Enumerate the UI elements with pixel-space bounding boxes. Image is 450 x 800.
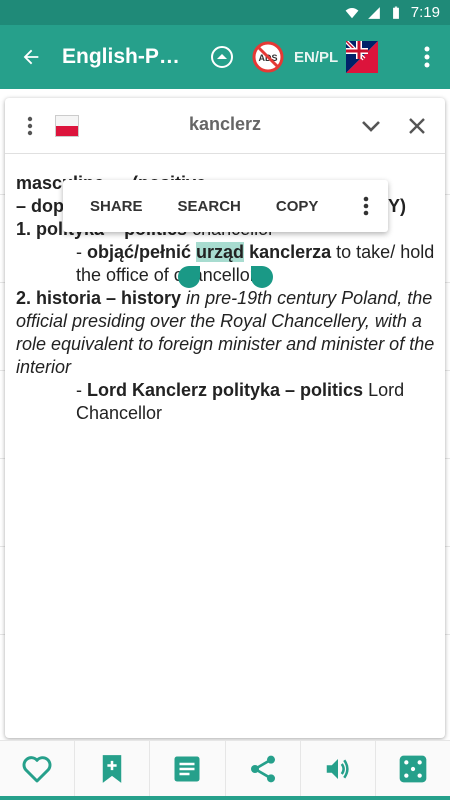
- search-action[interactable]: SEARCH: [164, 180, 262, 232]
- cell-signal-icon: [367, 6, 380, 19]
- dice-icon: [399, 755, 427, 782]
- no-ads-icon: ADS: [252, 41, 284, 73]
- close-icon: [409, 118, 425, 134]
- language-pair-label[interactable]: EN/PL: [294, 49, 338, 66]
- polish-flag-icon: [55, 114, 79, 137]
- note-icon: [174, 756, 200, 781]
- copy-action[interactable]: COPY: [262, 180, 340, 232]
- entry-menu-button[interactable]: [5, 98, 55, 154]
- bottom-action-bar: [0, 740, 450, 796]
- example-1: - objąć/pełnić urząd kanclerza to take/ …: [16, 241, 436, 287]
- toolbar-more-button[interactable]: [344, 180, 388, 232]
- app-title: English-P…: [62, 45, 180, 68]
- example-polish: Lord Kanclerz polityka – politics: [87, 380, 364, 400]
- scroll-up-button[interactable]: [204, 25, 240, 89]
- random-word-button[interactable]: [376, 741, 450, 796]
- app-bar: English-P… ADS EN/PL: [0, 25, 450, 89]
- bottom-accent-bar: [0, 796, 450, 800]
- speaker-icon: [326, 758, 349, 779]
- note-button[interactable]: [150, 741, 226, 796]
- status-time: 7:19: [410, 4, 440, 21]
- favorite-button[interactable]: [0, 741, 76, 796]
- status-bar: 7:19: [0, 0, 450, 25]
- wifi-icon: [345, 7, 359, 18]
- circle-arrow-up-icon: [211, 46, 233, 68]
- heart-icon: [22, 755, 52, 782]
- sense-number: 1.: [16, 219, 32, 239]
- grammar-info-cont: – dop: [16, 196, 64, 216]
- selected-text[interactable]: urząd: [196, 242, 245, 262]
- example-polish: objąć/pełnić: [87, 242, 192, 262]
- bookmark-button[interactable]: [75, 741, 151, 796]
- sense-2: 2. historia – history in pre-19th centur…: [16, 287, 436, 379]
- remove-ads-button[interactable]: ADS: [250, 25, 286, 89]
- more-vert-icon: [363, 196, 369, 216]
- text-selection-toolbar: SHARE SEARCH COPY: [63, 180, 388, 232]
- selection-handle-end[interactable]: [251, 266, 273, 288]
- collapse-button[interactable]: [357, 112, 385, 140]
- example-2: - Lord Kanclerz polityka – politics Lord…: [16, 379, 436, 425]
- back-button[interactable]: [0, 25, 62, 89]
- share-action[interactable]: SHARE: [63, 180, 164, 232]
- sense-domain: historia – history: [36, 288, 182, 308]
- more-vert-icon: [424, 46, 430, 68]
- close-button[interactable]: [403, 112, 431, 140]
- sense-number: 2.: [16, 288, 32, 308]
- pronounce-button[interactable]: [301, 741, 376, 796]
- battery-icon: [392, 6, 399, 19]
- more-vert-icon: [27, 116, 33, 135]
- entry-card-header: kanclerz: [5, 98, 445, 154]
- selection-handle-start[interactable]: [178, 266, 200, 288]
- share-icon: [250, 755, 275, 782]
- share-button[interactable]: [226, 741, 301, 796]
- overflow-menu-button[interactable]: [404, 25, 450, 89]
- uk-pl-flag-icon[interactable]: [346, 41, 379, 73]
- bookmark-add-icon: [103, 754, 122, 783]
- example-polish-cont: kanclerza: [249, 242, 332, 262]
- arrow-back-icon: [23, 49, 39, 65]
- example-dash: -: [76, 380, 87, 400]
- example-dash: -: [76, 242, 87, 262]
- chevron-down-icon: [362, 121, 380, 132]
